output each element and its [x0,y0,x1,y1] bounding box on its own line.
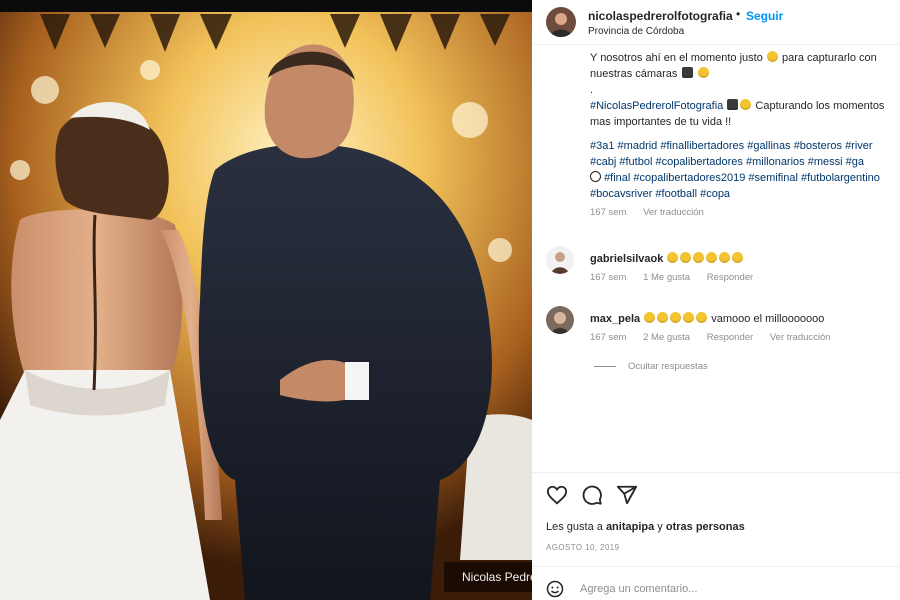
laugh-emoji [680,252,692,263]
see-translation-link[interactable]: Ver traducción [770,332,831,343]
hashtag-link[interactable]: #copa [700,188,730,200]
comment-icon[interactable] [581,484,603,506]
author-avatar[interactable] [546,7,576,37]
hashtag-link[interactable]: #final [604,172,630,184]
see-translation-link[interactable]: Ver traducción [643,207,704,218]
caption-text: nuestras cámaras [590,68,678,80]
post-header: nicolaspedrerolfotografia • Seguir Provi… [532,0,900,44]
post-caption: Y nosotros ahí en el momento justo para … [590,50,900,221]
hashtag-link[interactable]: #copalibertadores2019 [633,172,745,184]
author-username[interactable]: nicolaspedrerolfotografia [588,9,733,23]
likes-prefix: Les gusta a [546,521,603,533]
hashtag-link[interactable]: #semifinal [748,172,798,184]
commenter-username[interactable]: gabrielsilvaok [590,253,663,265]
liker-username[interactable]: anitapipa [606,521,654,533]
clap-emoji [719,252,731,263]
post-panel: nicolaspedrerolfotografia • Seguir Provi… [532,0,900,600]
commenter-avatar[interactable] [546,246,574,274]
caption-text: . [590,84,594,96]
laugh-emoji [667,252,679,263]
laugh-emoji [693,252,705,263]
hashtag-link[interactable]: #bocavsriver [590,188,652,200]
hashtag-link[interactable]: #football [655,188,697,200]
caption-text: Y nosotros ahí en el momento justo [590,52,763,64]
share-icon[interactable] [616,484,638,506]
actions-divider [532,472,900,473]
hashtag-link[interactable]: #millonarios [746,156,805,168]
comment-divider [532,566,900,567]
camera-emoji [681,67,693,78]
heart-icon[interactable] [546,484,568,506]
caption-text: mas importantes de tu vida !! [590,116,732,128]
laugh-emoji [644,312,656,323]
laugh-emoji [683,312,695,323]
photo-watermark: Nicolas Pedrerol [444,562,532,592]
hashtag-link[interactable]: #gallinas [747,140,790,152]
comment-likes[interactable]: 1 Me gusta [643,272,690,283]
caption-time: 167 sem [590,207,627,218]
laugh-emoji [670,312,682,323]
post-image[interactable]: Nicolas Pedrerol [0,0,532,600]
hashtag-link[interactable]: #madrid [618,140,658,152]
reply-button[interactable]: Responder [707,272,753,283]
follow-button[interactable]: Seguir [746,9,783,23]
hashtag-link[interactable]: #ga [846,156,864,168]
post-date: AGOSTO 10, 2019 [546,543,620,552]
cool-emoji [740,99,752,110]
soccer-ball-emoji [590,171,601,182]
hashtag-link[interactable]: #NicolasPedrerolFotografia [590,100,723,112]
separator-dot: • [736,7,741,21]
comment-time: 167 sem [590,272,627,283]
caption-text: Capturando los momentos [755,100,885,112]
comment-likes[interactable]: 2 Me gusta [643,332,690,343]
wedding-photo [0,12,532,600]
hashtag-link[interactable]: #copalibertadores [655,156,742,168]
hashtag-link[interactable]: #messi [808,156,843,168]
laugh-emoji [696,312,708,323]
camera-emoji [727,99,739,110]
comment-input[interactable] [580,580,880,598]
likes-summary: Les gusta a anitapipa y otras personas [546,521,745,533]
caption-text: para capturarlo con [781,52,877,64]
hashtag-link[interactable]: #cabj [590,156,616,168]
comment-text: vamooo el millooooooo [711,313,825,325]
commenter-avatar[interactable] [546,306,574,334]
clap-emoji [732,252,744,263]
post-location[interactable]: Provincia de Córdoba [588,26,684,37]
emoji-icon[interactable] [546,580,564,598]
reply-button[interactable]: Responder [707,332,753,343]
add-comment-bar [532,572,900,600]
comment-time: 167 sem [590,332,627,343]
hashtag-link[interactable]: #bosteros [794,140,842,152]
hide-replies-link[interactable]: Ocultar respuestas [594,361,708,372]
laugh-emoji [657,312,669,323]
smile-emoji [697,67,709,78]
likes-connector: y [657,521,663,533]
hashtag-link[interactable]: #futbolargentino [801,172,880,184]
others-liked-link[interactable]: otras personas [666,521,745,533]
hashtag-link[interactable]: #3a1 [590,140,614,152]
clap-emoji [706,252,718,263]
hashtag-link[interactable]: #futbol [619,156,652,168]
hashtag-link[interactable]: #river [845,140,873,152]
grin-emoji [766,51,778,62]
hashtag-link[interactable]: #finallibertadores [660,140,744,152]
header-divider [532,44,900,45]
commenter-username[interactable]: max_pela [590,313,640,325]
